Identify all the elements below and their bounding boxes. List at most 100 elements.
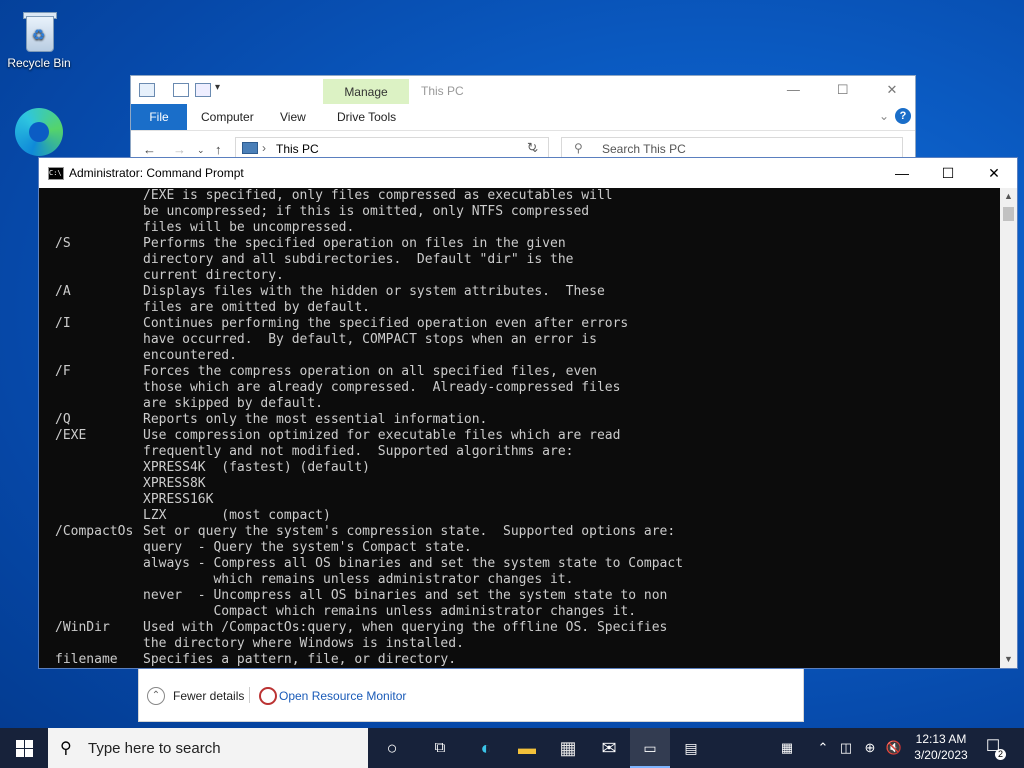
terminal-line: directory and all subdirectories. Defaul… <box>39 252 999 268</box>
terminal-output[interactable]: /EXE is specified, only files compressed… <box>39 188 999 668</box>
search-icon: ⚲ <box>60 740 72 757</box>
scroll-down-icon[interactable]: ▼ <box>1000 651 1017 668</box>
command-prompt-window[interactable]: C:\ Administrator: Command Prompt — ☐ ✕ … <box>38 157 1018 669</box>
forward-icon[interactable]: → <box>173 142 186 157</box>
switch-description: query - Query the system's Compact state… <box>143 540 472 555</box>
collapse-icon[interactable]: ⌃ <box>147 687 165 705</box>
switch-description: Set or query the system's compression st… <box>143 524 676 539</box>
volume-muted-icon[interactable]: 🔇 <box>884 728 904 768</box>
properties-icon[interactable] <box>173 83 189 97</box>
show-hidden-icons[interactable]: ⌃ <box>814 728 832 768</box>
cmd-minimize-button[interactable]: — <box>879 158 925 188</box>
terminal-line: /WinDir Used with /CompactOs:query, when … <box>39 620 999 636</box>
switch-name: /CompactOs <box>55 524 134 539</box>
notification-badge: 2 <box>995 749 1006 760</box>
maximize-button[interactable]: ☐ <box>820 76 866 104</box>
terminal-line: current directory. <box>39 268 999 284</box>
terminal-line: encountered. <box>39 348 999 364</box>
minimize-button[interactable]: — <box>770 76 816 104</box>
terminal-line: Compact which remains unless administrat… <box>39 604 999 620</box>
search-icon: ⚲ <box>574 141 583 155</box>
tab-view[interactable]: View <box>280 110 306 124</box>
cmd-close-button[interactable]: ✕ <box>971 158 1017 188</box>
switch-description: directory and all subdirectories. Defaul… <box>143 252 574 267</box>
recent-dropdown-icon[interactable]: ⌄ <box>197 145 205 156</box>
terminal-line: filename Specifies a pattern, file, or di… <box>39 652 999 668</box>
fewer-details-link[interactable]: Fewer details <box>173 689 244 703</box>
switch-description: encountered. <box>143 348 237 363</box>
refresh-icon[interactable]: ↻ <box>527 140 537 154</box>
switch-name: filename <box>55 652 118 667</box>
switch-description: never - Uncompress all OS binaries and s… <box>143 588 668 603</box>
switch-name: /WinDir <box>55 620 110 635</box>
expand-ribbon-icon[interactable]: ⌄ <box>879 109 889 123</box>
switch-description: Reports only the most essential informat… <box>143 412 488 427</box>
back-icon[interactable]: ← <box>143 142 156 157</box>
terminal-line: the directory where Windows is installed… <box>39 636 999 652</box>
switch-description: XPRESS4K (fastest) (default) <box>143 460 370 475</box>
clock-date: 3/20/2023 <box>914 748 968 762</box>
task-manager-taskbar-icon[interactable]: ▤ <box>671 728 711 768</box>
new-folder-icon[interactable] <box>195 83 211 97</box>
help-icon[interactable]: ? <box>895 108 911 124</box>
tab-manage[interactable]: Manage <box>323 79 409 104</box>
cmd-maximize-button[interactable]: ☐ <box>925 158 971 188</box>
taskbar: ⚲ Type here to search ○ ⧉ ◐ ▬ ▦ ✉ ▭ ▤ ▦ … <box>0 728 1024 768</box>
cmd-scrollbar[interactable]: ▲ ▼ <box>1000 188 1017 668</box>
terminal-line: have occurred. By default, COMPACT stops… <box>39 332 999 348</box>
cmd-taskbar-icon[interactable]: ▭ <box>630 728 670 768</box>
terminal-line: XPRESS8K <box>39 476 999 492</box>
switch-description: Continues performing the specified opera… <box>143 316 629 331</box>
terminal-line: query - Query the system's Compact state… <box>39 540 999 556</box>
meet-now-icon[interactable]: ◫ <box>836 728 856 768</box>
start-button[interactable] <box>0 728 48 768</box>
cmd-icon[interactable]: C:\ <box>48 167 64 180</box>
search-placeholder: Search This PC <box>602 142 686 156</box>
tab-computer[interactable]: Computer <box>201 110 254 124</box>
cmd-titlebar[interactable]: C:\ Administrator: Command Prompt — ☐ ✕ <box>39 158 1017 188</box>
cortana-icon[interactable]: ○ <box>372 728 412 768</box>
close-button[interactable]: ✕ <box>869 76 915 104</box>
open-resource-monitor-link[interactable]: Open Resource Monitor <box>279 689 406 703</box>
file-explorer-taskbar-icon[interactable]: ▬ <box>507 728 547 768</box>
switch-description: have occurred. By default, COMPACT stops… <box>143 332 597 347</box>
system-clock[interactable]: 12:13 AM 3/20/2023 <box>906 731 976 763</box>
notifications-icon[interactable]: ☐ 2 <box>982 736 1006 760</box>
switch-description: LZX (most compact) <box>143 508 331 523</box>
switch-description: Displays files with the hidden or system… <box>143 284 605 299</box>
scroll-up-icon[interactable]: ▲ <box>1000 188 1017 205</box>
terminal-line: be uncompressed; if this is omitted, onl… <box>39 204 999 220</box>
keyboard-icon[interactable]: ▦ <box>772 728 802 768</box>
breadcrumb-arrow-icon[interactable]: › <box>262 141 266 155</box>
switch-description: Compact which remains unless administrat… <box>143 604 637 619</box>
network-icon[interactable]: ⊕ <box>860 728 880 768</box>
up-icon[interactable]: ↑ <box>215 142 222 157</box>
edge-taskbar-icon[interactable]: ◐ <box>466 728 506 768</box>
switch-description: Use compression optimized for executable… <box>143 428 621 443</box>
terminal-line: files will be uncompressed. <box>39 220 999 236</box>
taskbar-search[interactable]: ⚲ Type here to search <box>48 728 368 768</box>
store-icon[interactable]: ▦ <box>548 728 588 768</box>
recycle-bin-label: Recycle Bin <box>7 56 71 70</box>
switch-name: /S <box>55 236 71 251</box>
edge-desktop-icon[interactable] <box>2 108 76 158</box>
switch-description: the directory where Windows is installed… <box>143 636 464 651</box>
tab-drive-tools[interactable]: Drive Tools <box>337 110 396 124</box>
tab-file[interactable]: File <box>131 104 187 130</box>
explorer-title: This PC <box>421 84 464 98</box>
switch-description: Performs the specified operation on file… <box>143 236 566 251</box>
switch-name: /EXE <box>55 428 87 443</box>
switch-description: XPRESS16K <box>143 492 214 507</box>
task-view-icon[interactable]: ⧉ <box>420 728 460 768</box>
customize-qat-icon[interactable]: ▾ <box>215 82 220 93</box>
recycle-bin-icon[interactable]: ♻ Recycle Bin <box>2 8 76 70</box>
switch-description: /EXE is specified, only files compressed… <box>143 188 613 203</box>
terminal-line: /I Continues performing the specified ope… <box>39 316 999 332</box>
mail-icon[interactable]: ✉ <box>589 728 629 768</box>
switch-name: /F <box>55 364 71 379</box>
switch-description: always - Compress all OS binaries and se… <box>143 556 684 571</box>
switch-name: /A <box>55 284 71 299</box>
terminal-line: /CompactOs Set or query the system's comp… <box>39 524 999 540</box>
switch-name: /I <box>55 316 71 331</box>
scroll-thumb[interactable] <box>1003 207 1014 221</box>
